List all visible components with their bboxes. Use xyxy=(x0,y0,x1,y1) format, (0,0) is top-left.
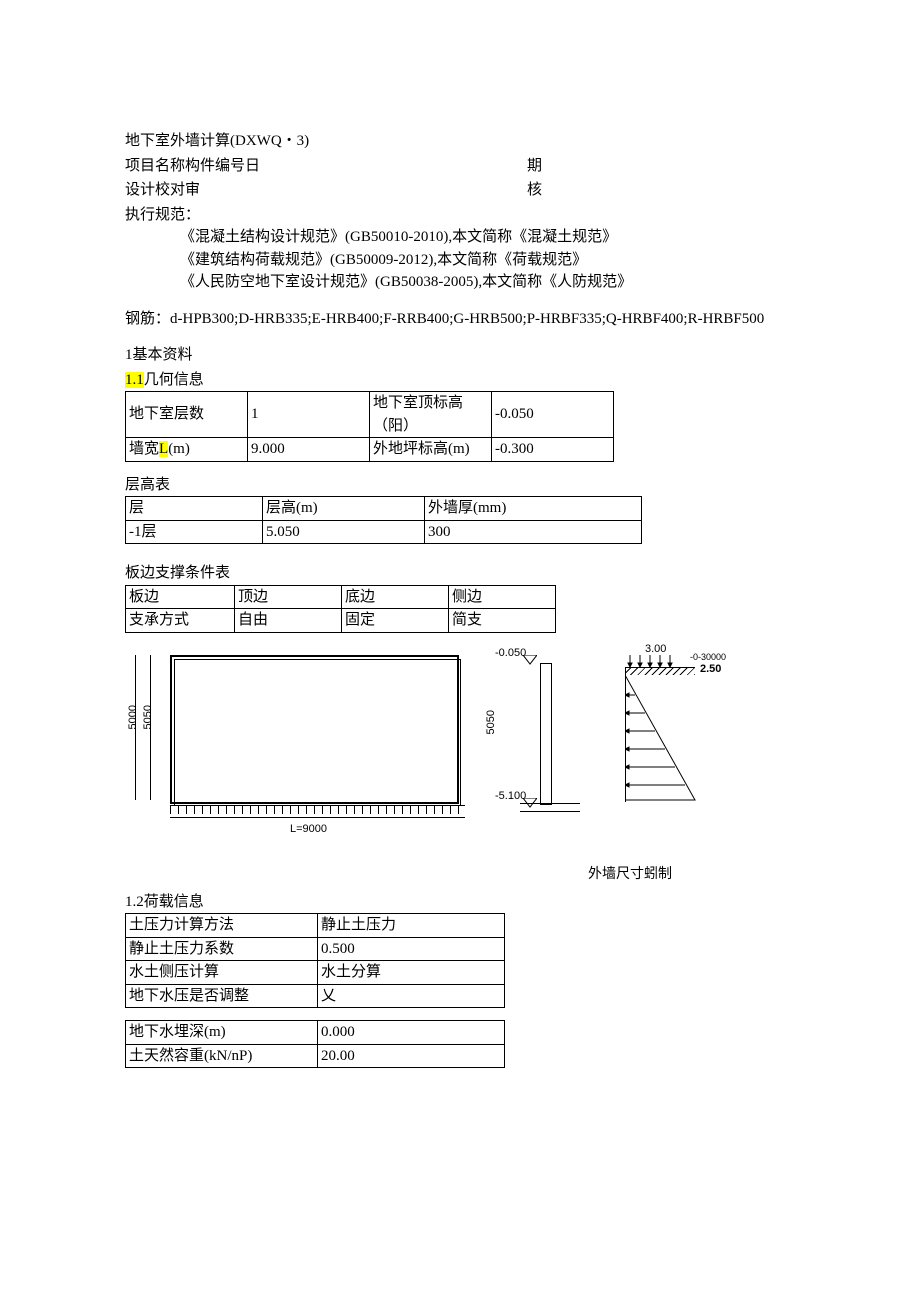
cell-value: 300 xyxy=(425,520,642,544)
table-row: -1层 5.050 300 xyxy=(126,520,642,544)
dim-label: L=9000 xyxy=(290,821,327,838)
rebar-note: 钢筋：d-HPB300;D-HRB335;E-HRB400;F-RRB400;G… xyxy=(125,308,795,331)
cell-label: 地下室顶标高（阳） xyxy=(370,392,492,438)
cell-value: 0.500 xyxy=(318,937,505,961)
cell-value: 静止土压力 xyxy=(318,914,505,938)
col-header: 板边 xyxy=(126,585,235,609)
dim-label: 5050 xyxy=(483,710,500,734)
diagram-caption: 外墙尺寸蚓制 xyxy=(465,864,795,885)
cell-value: 5.050 xyxy=(263,520,425,544)
section-1: 1基本资料 xyxy=(125,344,795,367)
load-label: 3.00 xyxy=(645,641,666,658)
table-row: 土压力计算方法静止土压力 xyxy=(126,914,505,938)
cell-label: 水土侧压计算 xyxy=(126,961,318,985)
wall-diagram: 5000 5050 L=9000 -0.050 -5.100 5050 xyxy=(125,645,845,860)
cell-label: 土天然容重(kN/nP) xyxy=(126,1044,318,1068)
floor-table-title: 层高表 xyxy=(125,474,795,497)
table-row: 土天然容重(kN/nP)20.00 xyxy=(126,1044,505,1068)
table-row: 支承方式 自由 固定 简支 xyxy=(126,609,556,633)
table-row: 层 层高(m) 外墙厚(mm) xyxy=(126,497,642,521)
col-header: 顶边 xyxy=(235,585,342,609)
cell-value: 0.000 xyxy=(318,1021,505,1045)
table-row: 墙宽L(m) 9.000 外地坪标高(m) -0.300 xyxy=(126,438,614,462)
section-1-1: 1.1几何信息 xyxy=(125,369,795,392)
section-1-2: 1.2荷载信息 xyxy=(125,891,795,914)
designer-line: 设计校对审 xyxy=(125,179,527,202)
cell-value: -0.300 xyxy=(492,438,614,462)
cell-label: 地下水埋深(m) xyxy=(126,1021,318,1045)
reg-item: 《建筑结构荷载规范》(GB50009-2012),本文简称《荷载规范》 xyxy=(180,249,795,272)
regs-title: 执行规范： xyxy=(125,204,795,227)
cell-label: 静止土压力系数 xyxy=(126,937,318,961)
cell-label: 地下室层数 xyxy=(126,392,248,438)
col-header: 层高(m) xyxy=(263,497,425,521)
table-row: 地下水埋深(m)0.000 xyxy=(126,1021,505,1045)
cell-value: -1层 xyxy=(126,520,263,544)
cell-value: 水土分算 xyxy=(318,961,505,985)
dim-label: 5050 xyxy=(140,705,157,729)
date-label: 期 xyxy=(527,155,795,178)
table-row: 地下室层数 1 地下室顶标高（阳） -0.050 xyxy=(126,392,614,438)
cell-value: 固定 xyxy=(342,609,449,633)
load-table-2: 地下水埋深(m)0.000 土天然容重(kN/nP)20.00 xyxy=(125,1020,505,1068)
geometry-table: 地下室层数 1 地下室顶标高（阳） -0.050 墙宽L(m) 9.000 外地… xyxy=(125,391,614,462)
cell-label: 墙宽L(m) xyxy=(126,438,248,462)
table-row: 静止土压力系数0.500 xyxy=(126,937,505,961)
table-row: 地下水压是否调整乂 xyxy=(126,984,505,1008)
pressure-triangle xyxy=(625,675,700,805)
col-header: 外墙厚(mm) xyxy=(425,497,642,521)
load-label: 2.50 xyxy=(700,661,721,678)
cell-value: -0.050 xyxy=(492,392,614,438)
cell-label: 土压力计算方法 xyxy=(126,914,318,938)
col-header: 层 xyxy=(126,497,263,521)
table-row: 板边 顶边 底边 侧边 xyxy=(126,585,556,609)
doc-title: 地下室外墙计算(DXWQ・3) xyxy=(125,130,795,153)
elev-top: -0.050 xyxy=(495,645,526,662)
project-line: 项目名称构件编号日 xyxy=(125,155,527,178)
col-header: 侧边 xyxy=(449,585,556,609)
cell-value: 20.00 xyxy=(318,1044,505,1068)
approve-label: 核 xyxy=(527,179,795,202)
cell-value: 简支 xyxy=(449,609,556,633)
cell-value: 自由 xyxy=(235,609,342,633)
edge-table: 板边 顶边 底边 侧边 支承方式 自由 固定 简支 xyxy=(125,585,556,633)
edge-table-title: 板边支撑条件表 xyxy=(125,562,795,585)
cell-label: 地下水压是否调整 xyxy=(126,984,318,1008)
cell-value: 1 xyxy=(248,392,370,438)
cell-label: 外地坪标高(m) xyxy=(370,438,492,462)
elev-bot: -5.100 xyxy=(495,788,526,805)
cell-value: 乂 xyxy=(318,984,505,1008)
cell-value: 9.000 xyxy=(248,438,370,462)
cell-label: 支承方式 xyxy=(126,609,235,633)
reg-item: 《混凝土结构设计规范》(GB50010-2010),本文简称《混凝土规范》 xyxy=(180,226,795,249)
table-row: 水土侧压计算水土分算 xyxy=(126,961,505,985)
floor-table: 层 层高(m) 外墙厚(mm) -1层 5.050 300 xyxy=(125,496,642,544)
col-header: 底边 xyxy=(342,585,449,609)
reg-item: 《人民防空地下室设计规范》(GB50038-2005),本文简称《人防规范》 xyxy=(180,271,795,294)
load-table-1: 土压力计算方法静止土压力 静止土压力系数0.500 水土侧压计算水土分算 地下水… xyxy=(125,913,505,1008)
